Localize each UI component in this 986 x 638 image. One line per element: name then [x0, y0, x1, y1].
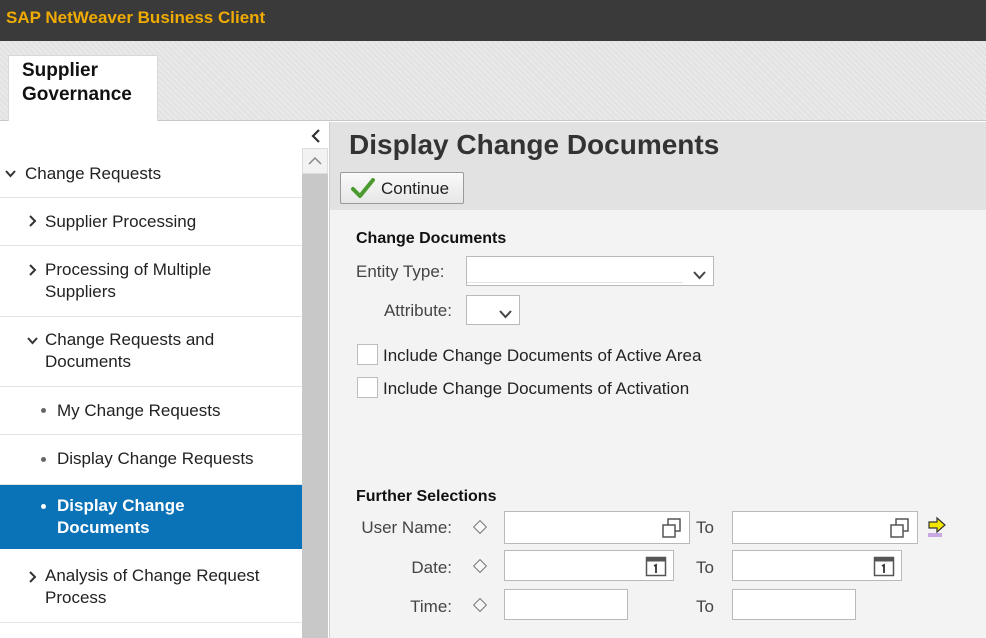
chevron-down-icon — [693, 267, 706, 285]
user-name-to-input[interactable] — [732, 511, 918, 544]
continue-button-label: Continue — [381, 179, 450, 198]
chevron-up-icon — [308, 156, 322, 165]
chevron-right-icon — [29, 571, 37, 583]
nav-item-my-change-requests[interactable]: My Change Requests — [0, 387, 302, 435]
nav-scrollbar[interactable] — [302, 148, 328, 638]
collapse-nav-button[interactable] — [308, 127, 324, 145]
bullet-icon — [41, 504, 46, 509]
app-title: SAP NetWeaver Business Client — [6, 8, 266, 27]
time-label: Time: — [410, 597, 452, 616]
user-name-to-label: To — [696, 518, 714, 537]
section-title-further-selections: Further Selections — [356, 488, 497, 505]
nav-item-change-requests[interactable]: Change Requests — [0, 122, 302, 198]
time-from-input[interactable] — [504, 589, 628, 620]
chevron-right-icon — [29, 215, 37, 227]
title-bar: SAP NetWeaver Business Client — [0, 0, 986, 41]
include-activation-checkbox[interactable] — [357, 377, 378, 398]
include-active-area-checkbox[interactable] — [357, 344, 378, 365]
selection-option-icon[interactable] — [472, 519, 488, 535]
selection-option-icon[interactable] — [472, 558, 488, 574]
calendar-icon[interactable] — [645, 555, 667, 582]
nav-item-label: Processing of Multiple Suppliers — [45, 260, 212, 301]
tab-strip: Supplier Governance — [0, 41, 986, 121]
chevron-right-icon — [29, 264, 37, 276]
nav-item-label: Change Requests and Documents — [45, 330, 215, 371]
nav-item-change-requests-and-documents[interactable]: Change Requests and Documents — [0, 317, 302, 387]
attribute-dropdown[interactable] — [466, 295, 520, 325]
selection-option-icon[interactable] — [472, 597, 488, 613]
nav-item-label: Supplier Processing — [45, 212, 197, 231]
chevron-down-icon — [5, 170, 16, 178]
attribute-label: Attribute: — [383, 301, 452, 320]
entity-type-dropdown[interactable] — [466, 256, 714, 286]
nav-item-display-change-requests[interactable]: Display Change Requests — [0, 435, 302, 485]
nav-item-display-change-documents[interactable]: Display Change Documents — [0, 485, 302, 549]
chevron-down-icon — [27, 337, 38, 345]
continue-button[interactable]: Continue — [340, 172, 464, 204]
calendar-icon[interactable] — [873, 555, 895, 582]
nav-item-analysis-change-request-process[interactable]: Analysis of Change Request Process — [0, 549, 302, 623]
content-area: Display Change Documents Continue Change… — [329, 122, 986, 638]
chevron-down-icon — [499, 306, 512, 324]
include-active-area-label: Include Change Documents of Active Area — [383, 346, 702, 365]
user-name-label: User Name: — [361, 518, 452, 537]
time-to-input[interactable] — [732, 589, 856, 620]
content-header: Display Change Documents Continue — [330, 122, 986, 210]
date-label: Date: — [411, 558, 452, 577]
date-from-input[interactable] — [504, 550, 674, 581]
tab-label: Supplier Governance — [22, 60, 132, 105]
value-help-icon[interactable] — [661, 517, 683, 544]
checkmark-icon — [351, 178, 375, 203]
nav-item-label: My Change Requests — [57, 401, 221, 420]
nav-item-supplier-processing[interactable]: Supplier Processing — [0, 198, 302, 246]
date-to-input[interactable] — [732, 550, 902, 581]
time-to-label: To — [696, 597, 714, 616]
multiple-selection-arrow-icon[interactable] — [927, 515, 949, 544]
date-to-label: To — [696, 558, 714, 577]
scroll-up-button[interactable] — [302, 148, 328, 174]
include-activation-label: Include Change Documents of Activation — [383, 379, 690, 398]
nav-item-label: Display Change Documents — [57, 496, 185, 537]
nav-item-processing-multiple-suppliers[interactable]: Processing of Multiple Suppliers — [0, 246, 302, 317]
entity-type-label: Entity Type: — [356, 262, 445, 281]
tab-supplier-governance[interactable]: Supplier Governance — [8, 55, 158, 121]
page-title: Display Change Documents — [349, 129, 720, 160]
nav-item-label: Analysis of Change Request Process — [45, 566, 260, 607]
bullet-icon — [41, 457, 46, 462]
user-name-from-input[interactable] — [504, 511, 690, 544]
tab-notch — [74, 113, 92, 121]
section-title-change-documents: Change Documents — [356, 230, 507, 247]
bullet-icon — [41, 408, 46, 413]
nav-item-label: Display Change Requests — [57, 449, 254, 468]
value-help-icon[interactable] — [889, 517, 911, 544]
chevron-left-icon — [311, 129, 320, 143]
navigation-panel: Change Requests Supplier Processing Proc… — [0, 122, 302, 638]
nav-item-label: Change Requests — [25, 164, 162, 183]
